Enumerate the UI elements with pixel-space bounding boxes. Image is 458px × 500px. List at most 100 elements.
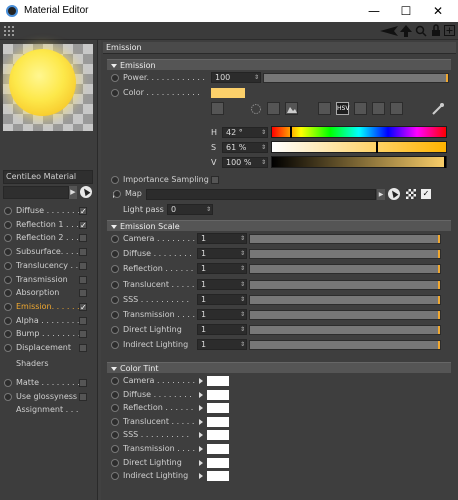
spinner-icon[interactable]: ⇕ — [206, 205, 211, 214]
scale-input[interactable]: 1 ⇕ — [197, 263, 247, 275]
scale-input[interactable]: 1 ⇕ — [197, 233, 247, 244]
channel-dot[interactable] — [4, 393, 12, 401]
animate-dot[interactable] — [111, 265, 119, 274]
channel-item[interactable]: Translucency . . . — [3, 260, 95, 272]
tint-expand-arrow[interactable] — [199, 404, 203, 413]
map-shader-field[interactable] — [146, 189, 376, 200]
channel-checkbox[interactable] — [79, 316, 87, 325]
animate-dot[interactable] — [111, 404, 119, 413]
hsv-mode-button[interactable]: HSV — [336, 102, 349, 115]
material-preview[interactable] — [3, 44, 93, 131]
power-input[interactable]: 100 ⇕ — [211, 72, 261, 83]
value-input[interactable]: 100 % ⇕ — [222, 157, 268, 168]
grip-icon[interactable] — [4, 26, 14, 36]
map-pick-icon[interactable] — [388, 188, 400, 200]
close-button[interactable]: ✕ — [428, 3, 448, 19]
animate-dot[interactable] — [111, 311, 119, 319]
channel-checkbox[interactable] — [79, 275, 87, 284]
scale-slider[interactable] — [249, 249, 441, 260]
material-name-field[interactable]: CentiLeo Material — [3, 170, 93, 184]
maximize-button[interactable]: ☐ — [396, 3, 416, 19]
section-emission-scale[interactable]: Emission Scale — [107, 220, 451, 231]
spinner-icon[interactable]: ⇕ — [240, 234, 245, 243]
section-color-tint[interactable]: Color Tint — [107, 362, 451, 373]
back-arrow-icon[interactable] — [380, 25, 400, 37]
hue-marker[interactable] — [290, 126, 293, 138]
pick-cursor-icon[interactable] — [80, 186, 92, 198]
color-swatch[interactable] — [211, 88, 245, 98]
animate-dot[interactable] — [111, 341, 119, 350]
channel-dot[interactable] — [4, 261, 12, 270]
spinner-icon[interactable]: ⇕ — [240, 340, 245, 349]
tint-expand-arrow[interactable] — [199, 472, 203, 481]
animate-dot[interactable] — [111, 377, 119, 385]
scale-slider[interactable] — [249, 340, 441, 351]
animate-dot[interactable] — [111, 176, 119, 184]
spinner-icon[interactable]: ⇕ — [240, 280, 245, 289]
mixer-mode-icon[interactable] — [372, 102, 385, 115]
eyedropper-icon[interactable] — [431, 102, 445, 116]
channel-dot[interactable] — [4, 302, 12, 311]
channel-use-glossyness[interactable]: Use glossyness — [3, 391, 95, 403]
scale-slider[interactable] — [249, 310, 441, 320]
spinner-icon[interactable]: ⇕ — [254, 73, 259, 82]
channel-dot[interactable] — [4, 248, 12, 257]
channel-dot[interactable] — [4, 316, 12, 325]
spinner-icon[interactable]: ⇕ — [261, 158, 266, 167]
map-menu-arrow[interactable]: ▶ — [377, 189, 385, 200]
spinner-icon[interactable]: ⇕ — [261, 128, 266, 137]
scale-slider[interactable] — [249, 234, 441, 244]
minimize-button[interactable]: — — [364, 3, 384, 19]
tint-color-swatch[interactable] — [207, 444, 229, 454]
animate-dot[interactable] — [111, 390, 119, 399]
channel-checkbox[interactable] — [79, 289, 87, 298]
saturation-slider[interactable] — [271, 141, 447, 153]
tint-color-swatch[interactable] — [207, 457, 229, 468]
spinner-icon[interactable]: ⇕ — [240, 295, 245, 304]
channel-dot[interactable] — [4, 275, 12, 284]
animate-dot[interactable] — [111, 458, 119, 467]
tint-color-swatch[interactable] — [207, 416, 229, 427]
scale-slider[interactable] — [249, 294, 441, 305]
animate-dot[interactable] — [111, 445, 119, 453]
channel-checkbox[interactable] — [79, 248, 87, 257]
assignment-label[interactable]: Assignment . . . — [16, 405, 78, 414]
channel-checkbox[interactable] — [79, 344, 87, 352]
tint-expand-arrow[interactable] — [199, 431, 203, 440]
power-slider[interactable] — [263, 73, 449, 83]
tint-expand-arrow[interactable] — [199, 377, 203, 386]
new-window-icon[interactable] — [444, 25, 455, 36]
animate-dot[interactable] — [113, 190, 121, 198]
material-type-field[interactable] — [3, 186, 69, 199]
value-slider[interactable] — [271, 156, 447, 168]
spectrum-icon[interactable] — [249, 102, 262, 115]
spinner-icon[interactable]: ⇕ — [261, 143, 266, 152]
channel-item[interactable]: Reflection 1 . . . ✓ — [3, 219, 95, 231]
tint-expand-arrow[interactable] — [199, 459, 203, 468]
spinner-icon[interactable]: ⇕ — [240, 264, 245, 273]
tint-color-swatch[interactable] — [207, 389, 229, 400]
channel-item[interactable]: Bump . . . . . . . . — [3, 328, 95, 340]
channel-dot[interactable] — [4, 234, 12, 243]
importance-sampling-checkbox[interactable] — [211, 176, 219, 184]
scale-input[interactable]: 1 ⇕ — [197, 293, 247, 305]
channel-item[interactable]: Reflection 2 . . . — [3, 232, 95, 244]
color-wheel-icon[interactable] — [211, 102, 224, 115]
search-icon[interactable] — [415, 25, 427, 37]
channel-dot[interactable] — [4, 379, 12, 387]
scale-slider[interactable] — [249, 264, 441, 275]
channel-item[interactable]: Emission. . . . . . ✓ — [3, 301, 95, 313]
lock-icon[interactable] — [431, 24, 441, 37]
landscape-icon[interactable] — [285, 102, 298, 115]
scale-input[interactable]: 1 ⇕ — [197, 278, 247, 290]
saturation-input[interactable]: 61 % ⇕ — [222, 142, 268, 153]
scale-input[interactable]: 1 ⇕ — [197, 309, 247, 320]
tint-expand-arrow[interactable] — [199, 418, 203, 427]
animate-dot[interactable] — [111, 472, 119, 481]
hue-input[interactable]: 42 ° ⇕ — [222, 127, 268, 138]
animate-dot[interactable] — [111, 235, 119, 243]
animate-dot[interactable] — [111, 295, 119, 304]
animate-dot[interactable] — [111, 326, 119, 335]
animate-dot[interactable] — [111, 250, 119, 259]
value-marker[interactable] — [444, 156, 446, 168]
